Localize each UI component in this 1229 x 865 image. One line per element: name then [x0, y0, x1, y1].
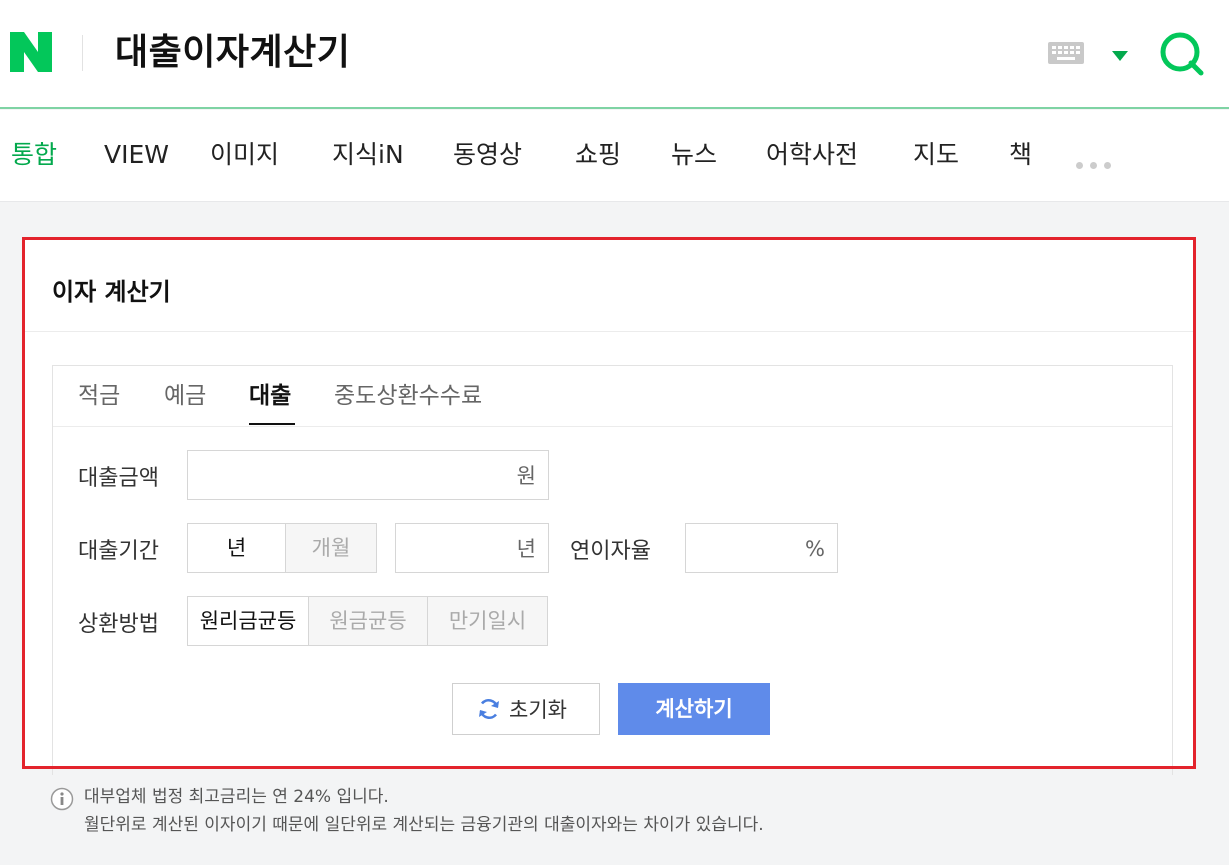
logo-divider	[82, 35, 83, 71]
tab-integrated[interactable]: 통합	[11, 138, 57, 172]
card-title: 이자 계산기	[52, 278, 171, 306]
repayment-method-toggle: 원리금균등 원금균등 만기일시	[187, 596, 548, 646]
tab-shopping[interactable]: 쇼핑	[575, 138, 621, 172]
tab-dictionary[interactable]: 어학사전	[766, 138, 858, 172]
info-icon	[50, 787, 74, 811]
loan-amount-label: 대출금액	[78, 466, 159, 491]
search-header: 대출이자계산기	[0, 0, 1229, 109]
repayment-method-label: 상환방법	[78, 612, 159, 637]
interest-calculator-card: 이자 계산기 적금 예금 대출 중도상환수수료 대출금액 원 대출기간 년 개월…	[25, 240, 1193, 775]
calc-tab-savings[interactable]: 적금	[78, 379, 120, 413]
calc-tab-prepayment-fee[interactable]: 중도상환수수료	[334, 379, 482, 413]
tab-knowledge-in[interactable]: 지식iN	[332, 138, 404, 172]
tab-video[interactable]: 동영상	[453, 138, 522, 172]
notice-line-1: 대부업체 법정 최고금리는 연 24% 입니다.	[84, 787, 389, 807]
divider	[53, 426, 1172, 427]
tab-images[interactable]: 이미지	[210, 138, 279, 172]
calc-tab-deposit[interactable]: 예금	[164, 379, 206, 413]
unit-won: 원	[516, 464, 536, 488]
tab-news[interactable]: 뉴스	[671, 138, 717, 172]
period-unit-toggle: 년 개월	[187, 523, 377, 573]
naver-logo-icon[interactable]	[10, 32, 52, 72]
search-tabs: 통합 VIEW 이미지 지식iN 동영상 쇼핑 뉴스 어학사전 지도 책	[0, 110, 1229, 202]
refresh-icon	[477, 697, 501, 721]
active-tab-indicator	[249, 423, 295, 425]
annual-rate-label: 연이자율	[570, 539, 651, 564]
calculator-panel: 적금 예금 대출 중도상환수수료 대출금액 원 대출기간 년 개월 년 연이자율…	[52, 365, 1173, 775]
calculate-button[interactable]: 계산하기	[618, 683, 770, 735]
loan-amount-field[interactable]: 원	[187, 450, 549, 500]
method-bullet[interactable]: 만기일시	[427, 597, 547, 645]
more-tabs-icon[interactable]	[1076, 154, 1120, 169]
method-equal-payment[interactable]: 원리금균등	[188, 597, 308, 645]
tab-books[interactable]: 책	[1009, 138, 1032, 172]
unit-percent: %	[805, 537, 825, 561]
period-unit-month[interactable]: 개월	[285, 524, 376, 572]
search-query[interactable]: 대출이자계산기	[115, 28, 350, 78]
loan-period-field[interactable]: 년	[395, 523, 549, 573]
tab-view[interactable]: VIEW	[104, 138, 169, 172]
tab-map[interactable]: 지도	[913, 138, 959, 172]
reset-button[interactable]: 초기화	[452, 683, 600, 735]
loan-amount-input[interactable]	[188, 451, 548, 499]
notice-line-2: 월단위로 계산된 이자이기 때문에 일단위로 계산되는 금융기관의 대출이자와는…	[84, 815, 764, 835]
search-icon[interactable]	[1158, 30, 1206, 78]
calc-tab-loan[interactable]: 대출	[249, 379, 291, 413]
chevron-down-icon[interactable]	[1110, 47, 1130, 61]
method-equal-principal[interactable]: 원금균등	[308, 597, 427, 645]
unit-year: 년	[516, 537, 536, 561]
period-unit-year[interactable]: 년	[188, 524, 285, 572]
loan-period-label: 대출기간	[78, 539, 159, 564]
divider	[25, 331, 1193, 332]
keyboard-icon[interactable]	[1048, 42, 1084, 64]
reset-button-label: 초기화	[509, 698, 567, 722]
annual-rate-field[interactable]: %	[685, 523, 838, 573]
